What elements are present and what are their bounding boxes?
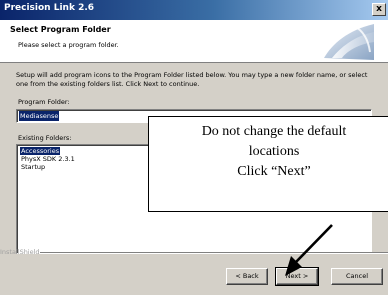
instructions-text: Setup will add program icons to the Prog…	[16, 71, 368, 88]
installer-dialog: Precision Link 2.6 x Select Program Fold…	[0, 0, 388, 295]
list-item[interactable]: Accessories	[20, 147, 61, 155]
wizard-swoosh-graphic-icon	[324, 24, 374, 60]
cancel-button[interactable]: Cancel	[331, 268, 383, 285]
program-folder-value: Mediasense	[19, 111, 60, 121]
close-button[interactable]: x	[372, 3, 386, 16]
list-item[interactable]: Startup	[20, 163, 46, 171]
annotation-line-2: locations	[248, 144, 300, 159]
next-button[interactable]: Next >	[275, 267, 319, 286]
annotation-callout: Do not change the default locations Clic…	[148, 116, 388, 212]
page-title: Select Program Folder	[10, 25, 111, 34]
list-item[interactable]: PhysX SDK 2.3.1	[20, 155, 76, 163]
close-icon: x	[376, 4, 382, 14]
installshield-brand: InstallShield	[0, 248, 40, 256]
page-subtitle: Please select a program folder.	[18, 41, 119, 49]
window-title: Precision Link 2.6	[4, 3, 95, 13]
wizard-header: Select Program Folder Please select a pr…	[0, 20, 388, 63]
program-folder-label: Program Folder:	[18, 98, 70, 106]
existing-folders-label: Existing Folders:	[18, 134, 72, 142]
back-button[interactable]: < Back	[226, 268, 268, 285]
footer-divider	[40, 252, 388, 254]
annotation-line-3: Click “Next”	[237, 164, 311, 179]
annotation-line-1: Do not change the default	[201, 124, 347, 139]
title-bar[interactable]: Precision Link 2.6 x	[0, 0, 388, 20]
